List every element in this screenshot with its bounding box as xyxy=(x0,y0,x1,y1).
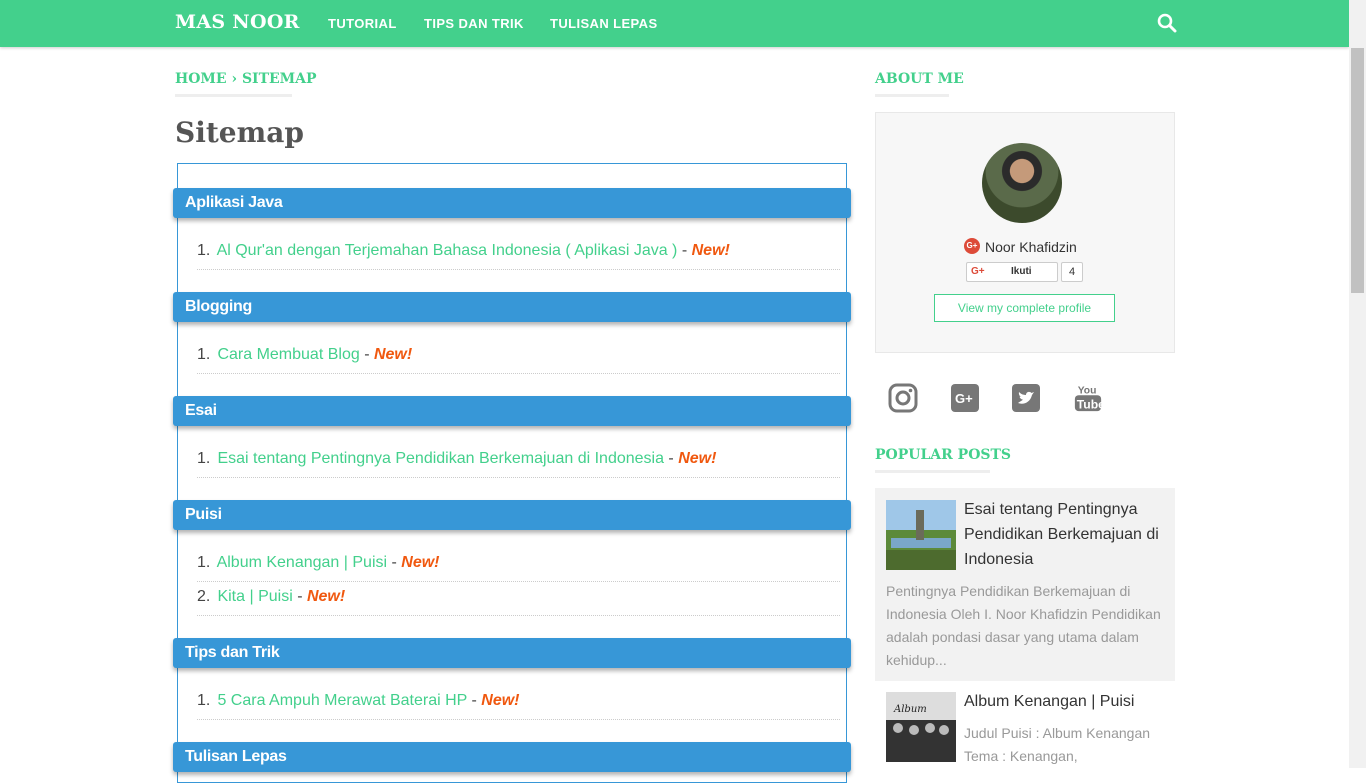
instagram-icon[interactable] xyxy=(888,383,918,413)
popular-post-excerpt-line: Indonesia Oleh I. Noor Khafidzin Pendidi… xyxy=(886,606,1161,622)
site-logo[interactable]: MAS NOOR xyxy=(175,11,300,33)
nav-tips-dan-trik[interactable]: TIPS DAN TRIK xyxy=(424,16,524,31)
about-heading: ABOUT ME xyxy=(875,71,964,87)
category-header-puisi[interactable]: Puisi xyxy=(173,500,851,530)
category-header-aplikasi-java[interactable]: Aplikasi Java xyxy=(173,188,851,218)
post-thumbnail[interactable] xyxy=(886,500,956,570)
follow-button[interactable]: G+ Ikuti xyxy=(966,262,1058,282)
sitemap-item[interactable]: 1. Cara Membuat Blog - New! xyxy=(197,346,840,374)
search-icon[interactable] xyxy=(1157,13,1177,33)
popular-heading-underline xyxy=(875,470,990,473)
sitemap-item[interactable]: 1. Al Qur'an dengan Terjemahan Bahasa In… xyxy=(197,242,840,270)
scrollbar-thumb[interactable] xyxy=(1351,48,1364,293)
page-title: Sitemap xyxy=(175,116,304,149)
post-thumbnail[interactable]: Album xyxy=(886,692,956,762)
svg-text:Tube: Tube xyxy=(1077,397,1104,411)
google-plus-icon[interactable]: G+ xyxy=(950,383,980,413)
popular-post-excerpt-line: kehidup... xyxy=(886,652,947,668)
popular-post-title[interactable]: Album Kenangan | Puisi xyxy=(964,689,1134,714)
breadcrumb[interactable]: HOME › SITEMAP xyxy=(175,71,317,87)
sitemap-item[interactable]: 1. Esai tentang Pentingnya Pendidikan Be… xyxy=(197,450,840,478)
popular-post-excerpt-line: adalah pondasi dasar yang utama dalam xyxy=(886,629,1139,645)
category-header-tips-dan-trik[interactable]: Tips dan Trik xyxy=(173,638,851,668)
view-profile-button[interactable]: View my complete profile xyxy=(934,294,1115,322)
youtube-icon[interactable]: You Tube xyxy=(1072,383,1104,413)
breadcrumb-underline xyxy=(175,94,292,97)
follower-count: 4 xyxy=(1061,262,1083,282)
popular-post-excerpt-line: Judul Puisi : Album Kenangan xyxy=(964,725,1151,741)
nav-tulisan-lepas[interactable]: TULISAN LEPAS xyxy=(550,16,658,31)
nav-tutorial[interactable]: TUTORIAL xyxy=(328,16,397,31)
follow-label: Ikuti xyxy=(1011,266,1032,277)
svg-text:Album: Album xyxy=(893,704,927,715)
popular-post-excerpt-line: Tema : Kenangan, xyxy=(964,748,1078,764)
popular-post-title[interactable]: Esai tentang Pentingnya Pendidikan Berke… xyxy=(964,497,1169,572)
sitemap-item[interactable]: 1. 5 Cara Ampuh Merawat Baterai HP - New… xyxy=(197,692,840,720)
twitter-icon[interactable] xyxy=(1011,383,1041,413)
about-heading-underline xyxy=(875,94,949,97)
svg-text:G+: G+ xyxy=(955,391,973,406)
sitemap-item[interactable]: 1. Album Kenangan | Puisi - New! xyxy=(197,554,840,582)
popular-posts-heading: POPULAR POSTS xyxy=(875,447,1012,463)
popular-post-excerpt-line: Pentingnya Pendidikan Berkemajuan di xyxy=(886,583,1131,599)
svg-text:You: You xyxy=(1078,385,1097,396)
category-header-esai[interactable]: Esai xyxy=(173,396,851,426)
avatar[interactable] xyxy=(982,143,1062,223)
google-plus-badge-icon: G+ xyxy=(964,238,980,254)
category-header-blogging[interactable]: Blogging xyxy=(173,292,851,322)
sitemap-item[interactable]: 2. Kita | Puisi - New! xyxy=(197,588,840,616)
google-plus-icon: G+ xyxy=(971,266,985,277)
profile-name[interactable]: Noor Khafidzin xyxy=(985,239,1077,255)
